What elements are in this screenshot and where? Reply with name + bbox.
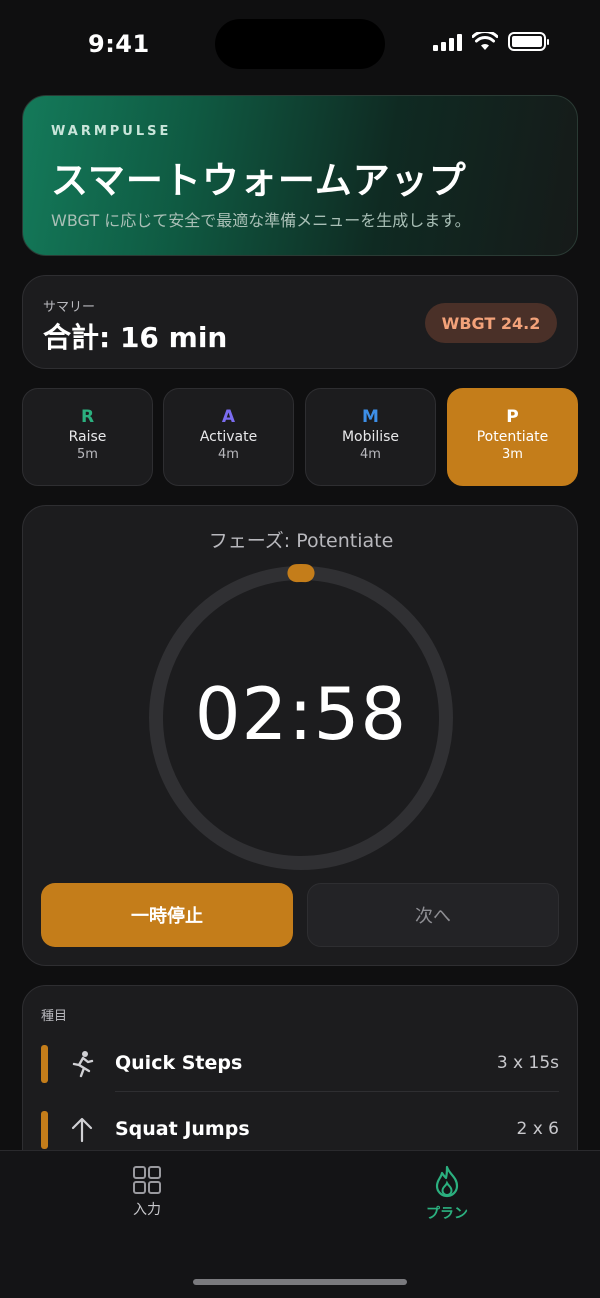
countdown-time: 02:58	[194, 672, 408, 756]
summary-total: 合計: 16 min	[43, 321, 228, 354]
status-bar: 9:41	[0, 0, 600, 90]
phase-letter: P	[506, 407, 519, 427]
status-icons	[433, 32, 549, 51]
tab-bar: 入力 プラン	[0, 1150, 600, 1298]
arrow-up-icon	[71, 1117, 93, 1143]
phase-tile-activate[interactable]: A Activate 4m	[163, 388, 294, 486]
phase-letter: A	[221, 407, 236, 427]
wbgt-badge: WBGT 24.2	[425, 303, 557, 343]
exercise-name: Squat Jumps	[115, 1118, 250, 1140]
hero-card: WARMPULSE スマートウォームアップ WBGT に応じて安全で最適な準備メ…	[22, 95, 578, 256]
summary-card: サマリー 合計: 16 min WBGT 24.2	[22, 275, 578, 369]
page-title: スマートウォームアップ	[51, 159, 467, 202]
pause-button[interactable]: 一時停止	[41, 883, 293, 947]
divider	[115, 1091, 559, 1092]
exercise-accent-bar	[41, 1045, 48, 1083]
phase-name: Mobilise	[341, 429, 400, 445]
exercise-section-label: 種目	[41, 1009, 68, 1024]
exercise-sets: 3 x 15s	[496, 1053, 559, 1073]
exercise-name: Quick Steps	[115, 1052, 243, 1074]
home-indicator	[193, 1279, 407, 1285]
wifi-icon	[472, 32, 498, 50]
dynamic-island	[215, 19, 385, 69]
tab-label: プラン	[426, 1206, 468, 1222]
timer-card: フェーズ: Potentiate 02:58 一時停止 次へ	[22, 505, 578, 966]
phase-name: Potentiate	[476, 429, 549, 445]
page-subtitle: WBGT に応じて安全で最適な準備メニューを生成します。	[51, 211, 471, 230]
phase-letter: R	[80, 407, 95, 427]
battery-icon	[508, 32, 549, 51]
tab-input[interactable]: 入力	[87, 1165, 207, 1219]
next-button[interactable]: 次へ	[307, 883, 559, 947]
phase-duration: 4m	[218, 447, 239, 462]
phase-name: Activate	[199, 429, 258, 445]
exercise-accent-bar	[41, 1111, 48, 1149]
phase-name: Raise	[68, 429, 107, 445]
cellular-signal-icon	[433, 33, 462, 51]
status-time: 9:41	[88, 30, 150, 58]
phase-duration: 4m	[360, 447, 381, 462]
app-brand: WARMPULSE	[51, 124, 172, 139]
tab-plan[interactable]: プラン	[387, 1165, 507, 1223]
exercise-sets: 2 x 6	[516, 1119, 560, 1139]
summary-label: サマリー	[43, 300, 96, 315]
phase-letter: M	[362, 407, 379, 427]
flame-icon	[435, 1165, 459, 1198]
phase-tile-mobilise[interactable]: M Mobilise 4m	[305, 388, 436, 486]
phase-tile-raise[interactable]: R Raise 5m	[22, 388, 153, 486]
list-item[interactable]: Quick Steps 3 x 15s	[41, 1036, 559, 1092]
phase-duration: 5m	[77, 447, 98, 462]
tab-label: 入力	[133, 1202, 161, 1218]
running-figure-icon	[72, 1051, 94, 1078]
current-phase-label: フェーズ: Potentiate	[208, 530, 394, 552]
phase-duration: 3m	[502, 447, 523, 462]
phase-tile-potentiate[interactable]: P Potentiate 3m	[447, 388, 578, 486]
grid-icon	[133, 1166, 161, 1194]
